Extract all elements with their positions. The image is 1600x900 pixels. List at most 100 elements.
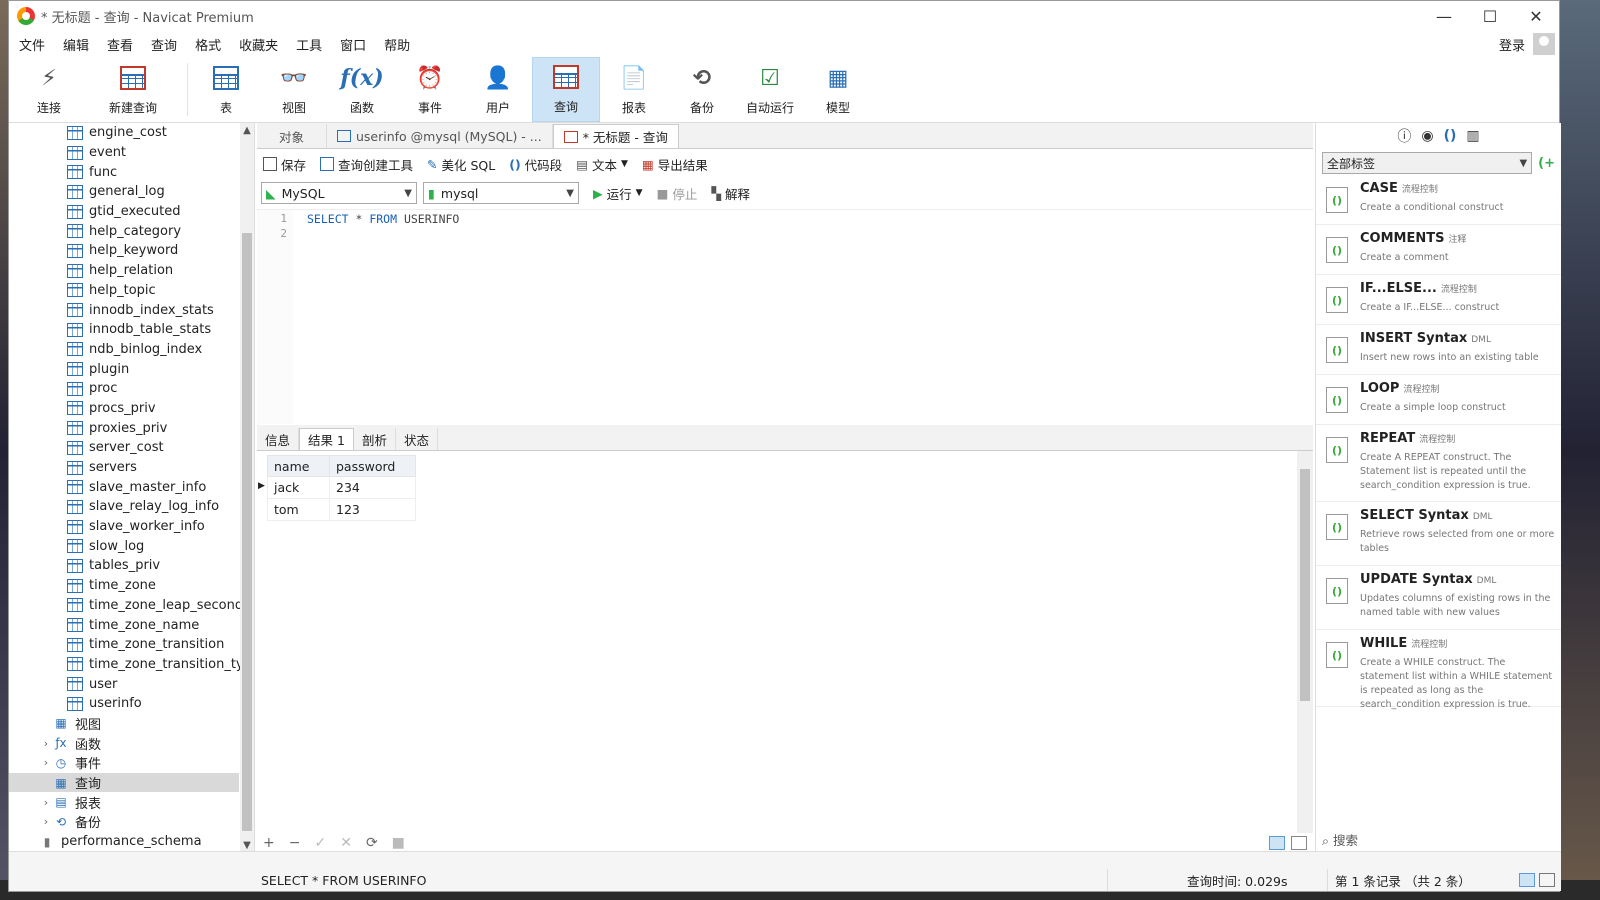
maximize-button[interactable]: ☐: [1467, 1, 1513, 31]
tree-table-item[interactable]: help_relation: [9, 261, 239, 281]
tree-table-item[interactable]: func: [9, 162, 239, 182]
delete-row-button[interactable]: −: [289, 835, 301, 851]
tree-scrollbar[interactable]: ▲ ▼: [240, 123, 254, 853]
menu-file[interactable]: 文件: [13, 35, 57, 54]
run-button[interactable]: ▶ 运行 ▼: [593, 184, 643, 203]
add-snippet-icon[interactable]: (+: [1538, 156, 1555, 171]
code-snippet-button[interactable]: () 代码段: [509, 155, 562, 174]
stop-button[interactable]: ■ 停止: [657, 184, 698, 203]
toolbar-query-button[interactable]: 查询: [532, 57, 600, 122]
tree-table-item[interactable]: slow_log: [9, 536, 239, 556]
tree-table-item[interactable]: time_zone_leap_second: [9, 596, 243, 616]
close-button[interactable]: ✕: [1513, 1, 1559, 31]
tree-table-item[interactable]: proxies_priv: [9, 418, 239, 438]
toolbar-connect-button[interactable]: ⚡ 连接: [15, 57, 83, 122]
menu-edit[interactable]: 编辑: [57, 35, 101, 54]
toolbar-model-button[interactable]: ▦ 模型: [804, 57, 872, 122]
result-scrollbar[interactable]: [1297, 451, 1313, 833]
chevron-right-icon[interactable]: ›: [39, 796, 53, 809]
toolbar-report-button[interactable]: 📄 报表: [600, 57, 668, 122]
tab-result-1[interactable]: 结果 1: [299, 428, 354, 450]
tree-table-item[interactable]: engine_cost: [9, 123, 239, 143]
tree-table-item[interactable]: tables_priv: [9, 556, 239, 576]
tab-query[interactable]: * 无标题 - 查询: [552, 124, 679, 148]
snippet-item[interactable]: () REPEAT 流程控制 Create A REPEAT construct. T…: [1316, 425, 1561, 502]
toolbar-function-button[interactable]: f(x) 函数: [328, 57, 396, 122]
table-cell[interactable]: 123: [329, 498, 416, 521]
scroll-up-icon[interactable]: ▲: [240, 125, 254, 136]
toolbar-backup-button[interactable]: ⟲ 备份: [668, 57, 736, 122]
grid-view-icon[interactable]: [1269, 836, 1285, 850]
snippet-item[interactable]: () WHILE 流程控制 Create a WHILE construct. The…: [1316, 630, 1561, 710]
tab-objects[interactable]: 对象: [257, 124, 327, 148]
scroll-down-icon[interactable]: ▼: [240, 840, 254, 851]
info-icon[interactable]: ⓘ: [1397, 126, 1411, 146]
refresh-button[interactable]: ⟳: [366, 835, 378, 851]
toolbar-view-button[interactable]: 👓 视图: [260, 57, 328, 122]
snippet-item[interactable]: () SELECT Syntax DML Retrieve rows selected…: [1316, 502, 1561, 566]
sql-code[interactable]: SELECT * FROM USERINFO: [307, 212, 459, 226]
braces-icon[interactable]: (): [1444, 128, 1457, 144]
database-select[interactable]: ▮ mysql ▼: [423, 182, 579, 204]
tree-group-queries[interactable]: ▦ 查询: [9, 772, 239, 793]
connection-select[interactable]: ◣ MySQL ▼: [261, 182, 417, 204]
snippet-item[interactable]: () UPDATE Syntax DML Updates columns of exi…: [1316, 566, 1561, 630]
tree-table-item[interactable]: server_cost: [9, 438, 239, 458]
tab-userinfo[interactable]: userinfo @mysql (MySQL) - ...: [327, 124, 553, 148]
toolbar-new-query-button[interactable]: 新建查询: [83, 57, 183, 122]
toolbar-event-button[interactable]: ⏰ 事件: [396, 57, 464, 122]
tree-group-reports[interactable]: › ▤ 报表: [9, 792, 239, 812]
save-button[interactable]: 保存: [263, 155, 306, 174]
tab-info[interactable]: 信息: [257, 428, 300, 450]
chevron-right-icon[interactable]: ›: [39, 815, 53, 828]
toolbar-table-button[interactable]: 表: [192, 57, 260, 122]
chevron-right-icon[interactable]: ›: [39, 756, 53, 769]
tree-table-item[interactable]: help_keyword: [9, 241, 239, 261]
apply-changes-button[interactable]: ✓: [314, 835, 326, 851]
tree-table-item[interactable]: time_zone_transition_type: [9, 655, 254, 675]
tree-table-item[interactable]: userinfo: [9, 694, 239, 714]
discard-changes-button[interactable]: ✕: [340, 835, 352, 851]
tree-table-item[interactable]: help_category: [9, 221, 239, 241]
tree-table-item[interactable]: servers: [9, 458, 239, 478]
table-row[interactable]: jack 234: [259, 476, 416, 499]
snippet-item[interactable]: () IF...ELSE... 流程控制 Create a IF...ELSE... …: [1316, 275, 1561, 325]
layout-panel-icon[interactable]: [1539, 873, 1555, 887]
menu-view[interactable]: 查看: [101, 35, 145, 54]
snippet-item[interactable]: () LOOP 流程控制 Create a simple loop construct: [1316, 375, 1561, 425]
menu-format[interactable]: 格式: [189, 35, 233, 54]
table-cell[interactable]: tom: [267, 498, 330, 521]
tree-table-item[interactable]: procs_priv: [9, 399, 239, 419]
table-row[interactable]: tom 123: [267, 498, 416, 521]
tab-status[interactable]: 状态: [396, 428, 438, 450]
tree-table-item[interactable]: ndb_binlog_index: [9, 340, 239, 360]
tree-table-item[interactable]: gtid_executed: [9, 202, 239, 222]
eye-icon[interactable]: ◉: [1421, 128, 1433, 144]
login-link[interactable]: 登录: [1499, 35, 1533, 54]
snippet-item[interactable]: () CASE 流程控制 Create a conditional construct: [1316, 175, 1561, 225]
tree-group-views[interactable]: ▦ 视图: [9, 714, 239, 734]
tree-table-item[interactable]: slave_worker_info: [9, 517, 239, 537]
minimize-button[interactable]: —: [1421, 1, 1467, 31]
tree-table-item[interactable]: innodb_table_stats: [9, 320, 239, 340]
layout-view-icon[interactable]: [1519, 873, 1535, 887]
form-view-icon[interactable]: [1291, 836, 1307, 850]
export-results-button[interactable]: ▦ 导出结果: [642, 155, 708, 174]
text-button[interactable]: ▤ 文本 ▼: [576, 155, 628, 174]
query-builder-button[interactable]: 查询创建工具: [320, 155, 413, 174]
scrollbar-thumb[interactable]: [1300, 469, 1310, 701]
tree-table-item[interactable]: event: [9, 143, 239, 163]
add-row-button[interactable]: +: [263, 835, 275, 851]
snippet-item[interactable]: () COMMENTS 注释 Create a comment: [1316, 225, 1561, 275]
table-cell[interactable]: jack: [259, 476, 330, 499]
column-header-password[interactable]: password: [329, 455, 416, 477]
tree-group-backups[interactable]: › ⟲ 备份: [9, 812, 239, 832]
menu-query[interactable]: 查询: [145, 35, 189, 54]
tree-schema-item[interactable]: ▮ performance_schema: [9, 832, 239, 852]
tree-table-item[interactable]: plugin: [9, 359, 239, 379]
avatar-icon[interactable]: [1533, 33, 1555, 55]
column-header-name[interactable]: name: [267, 455, 330, 477]
tree-table-item[interactable]: time_zone_transition: [9, 635, 239, 655]
tree-group-events[interactable]: › ◷ 事件: [9, 753, 239, 773]
menu-window[interactable]: 窗口: [334, 35, 378, 54]
